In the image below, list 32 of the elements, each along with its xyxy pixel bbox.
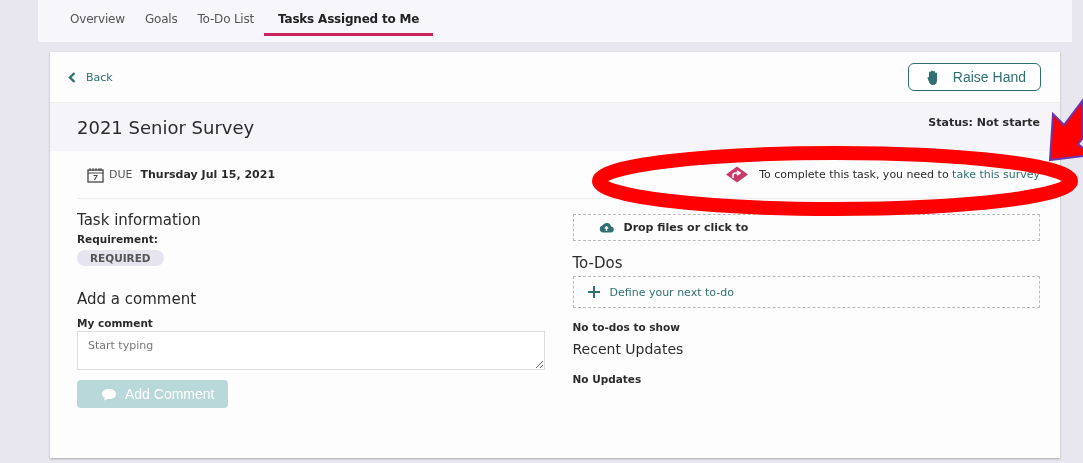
raise-hand-button[interactable]: Raise Hand [907, 63, 1041, 91]
requirement-label: Requirement: [77, 233, 158, 245]
tab[interactable]: Goals [134, 0, 188, 36]
section-heading: Add a comment [77, 290, 197, 308]
file-drop-zone[interactable]: Drop files or click to [572, 214, 1040, 241]
section-heading: Task information [77, 211, 201, 229]
section-heading: Recent Updates [572, 341, 684, 357]
annotation-arrow [1048, 97, 1083, 162]
speech-bubble-icon [101, 387, 117, 401]
required-badge: REQUIRED [77, 250, 164, 266]
due-label: DUE [109, 168, 133, 181]
tab[interactable]: Overview [60, 0, 135, 36]
calendar-icon [87, 166, 104, 183]
chevron-left-icon [68, 71, 76, 83]
cloud-upload-icon [598, 222, 614, 233]
section-heading: To-Dos [572, 254, 623, 272]
hand-icon [926, 69, 939, 85]
back-link[interactable]: Back [68, 70, 113, 84]
task-title: 2021 Senior Survey [77, 116, 255, 138]
requirement-text: To complete this task, you need to take this survey [759, 168, 1040, 181]
arrow-diamond-icon [725, 166, 750, 183]
survey-link[interactable]: take this survey [952, 168, 1040, 181]
comment-label: My comment [77, 317, 153, 329]
comment-field[interactable]: Start typing [77, 331, 545, 370]
task-status: Status: Not starte [928, 115, 1040, 131]
tab[interactable]: To-Do List [187, 0, 265, 36]
due-date: Thursday Jul 15, 2021 [140, 168, 276, 181]
empty-todos-text: No to-dos to show [572, 321, 680, 333]
add-todo-button[interactable]: Define your next to-do [572, 276, 1040, 308]
plus-icon [587, 286, 600, 298]
tab[interactable]: Tasks Assigned to Me [264, 0, 434, 36]
empty-updates-text: No Updates [572, 373, 642, 385]
